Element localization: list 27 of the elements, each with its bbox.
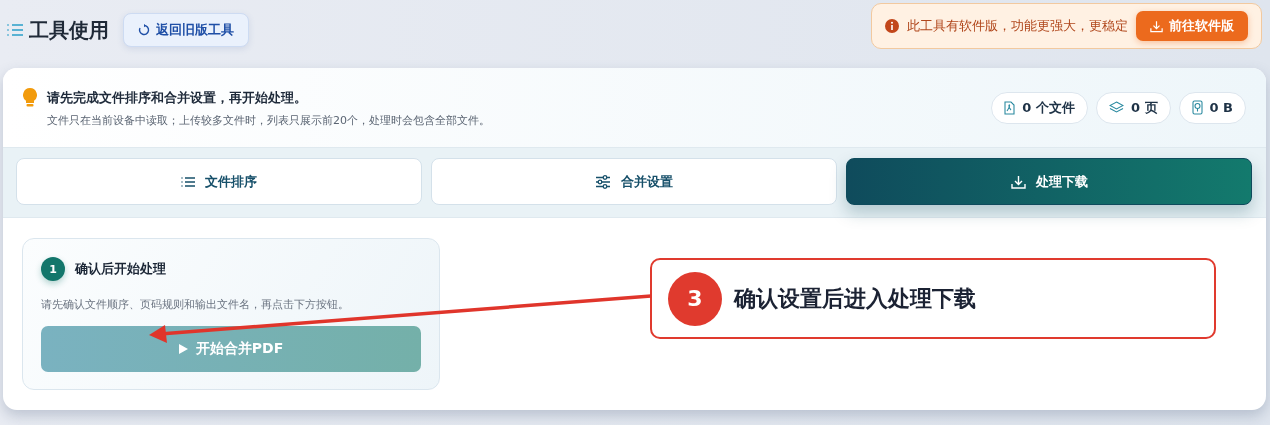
tab[interactable]: 处理下载 bbox=[846, 158, 1252, 205]
annotation-text: 确认设置后进入处理下载 bbox=[734, 284, 976, 313]
info-icon bbox=[885, 19, 899, 33]
step-number: 1 bbox=[41, 257, 65, 281]
intro-note: 文件只在当前设备中读取；上传较多文件时，列表只展示前20个，处理时会包含全部文件。 bbox=[47, 112, 490, 128]
list-icon bbox=[181, 175, 195, 188]
page-title: 工具使用 bbox=[29, 16, 109, 44]
notice-text: 此工具有软件版，功能更强大，更稳定 bbox=[907, 17, 1128, 35]
tab[interactable]: 文件排序 bbox=[16, 158, 422, 205]
sliders-icon bbox=[595, 174, 611, 189]
annotation-number: 3 bbox=[668, 271, 722, 326]
file-icon bbox=[1004, 100, 1016, 115]
play-icon bbox=[178, 344, 188, 354]
tab[interactable]: 合并设置 bbox=[431, 158, 837, 205]
stat-pill: 0 B bbox=[1178, 91, 1246, 124]
step-description: 请先确认文件顺序、页码规则和输出文件名，再点击下方按钮。 bbox=[41, 297, 350, 312]
numbered-list-icon bbox=[7, 23, 23, 37]
download-icon bbox=[1150, 19, 1163, 33]
step-title: 确认后开始处理 bbox=[75, 260, 166, 278]
intro-heading: 请先完成文件排序和合并设置，再开始处理。 bbox=[47, 88, 308, 107]
lightbulb-icon bbox=[23, 87, 37, 108]
stat-pill: 0 个文件 bbox=[991, 91, 1088, 124]
refresh-icon bbox=[138, 24, 150, 36]
old-version-button[interactable]: 返回旧版工具 bbox=[123, 13, 249, 47]
layers-icon bbox=[1108, 101, 1124, 114]
stat-pill: 0 页 bbox=[1095, 91, 1171, 124]
download-icon bbox=[1010, 174, 1026, 189]
